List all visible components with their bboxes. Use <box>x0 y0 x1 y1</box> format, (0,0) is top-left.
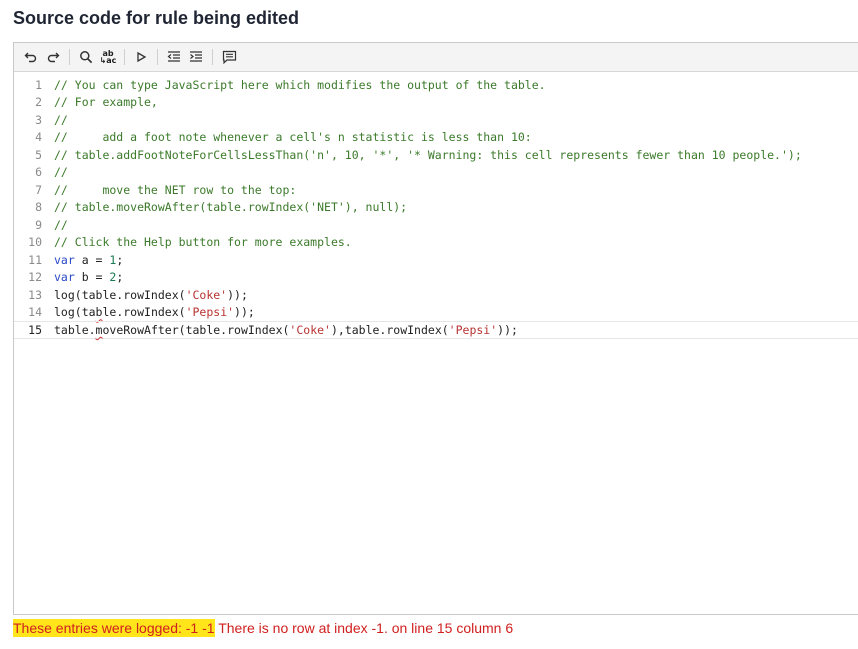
code-line: 10 // Click the Help button for more exam… <box>14 234 858 252</box>
comment-icon[interactable] <box>218 46 240 68</box>
code-text: )); <box>227 287 248 302</box>
code-text: // add a foot note whenever a cell's n s… <box>54 130 532 145</box>
code-text: ; <box>116 270 124 285</box>
code-keyword: var <box>54 270 75 285</box>
code-text: // table.addFootNoteForCellsLessThan('n'… <box>54 147 802 162</box>
spellcheck-squiggle: b <box>95 305 103 320</box>
code-text: log(ta <box>54 305 96 320</box>
code-text: ),table.rowIndex( <box>330 323 449 337</box>
code-text: // move the NET row to the top: <box>54 182 297 197</box>
code-text: // You can type JavaScript here which mo… <box>54 77 546 92</box>
code-line: 2 // For example, <box>14 94 858 112</box>
line-number: 3 <box>35 112 42 127</box>
code-text: // <box>54 217 68 232</box>
code-text: // <box>54 165 68 180</box>
code-editor[interactable]: ab ↳ac 1 // You can type JavaScript here … <box>13 42 858 615</box>
indent-icon[interactable] <box>185 46 207 68</box>
code-line: 8 // table.moveRowAfter(table.rowIndex('N… <box>14 199 858 217</box>
line-number: 4 <box>35 130 42 145</box>
page-title: Source code for rule being edited <box>13 8 300 28</box>
toolbar-divider <box>124 49 125 65</box>
line-number: 14 <box>28 305 42 320</box>
line-number: 10 <box>28 235 42 250</box>
code-text: le.rowIndex( <box>102 305 186 320</box>
code-string: 'Coke' <box>289 323 331 337</box>
code-area[interactable]: 1 // You can type JavaScript here which m… <box>14 76 858 339</box>
code-text: // <box>54 112 68 127</box>
code-line: 5 // table.addFootNoteForCellsLessThan('n… <box>14 146 858 164</box>
code-line: 3 // <box>14 111 858 129</box>
code-text: )); <box>234 305 255 320</box>
code-string: 'Pepsi' <box>185 305 235 320</box>
code-number: 2 <box>109 270 117 285</box>
replace-icon[interactable]: ab ↳ac <box>97 46 119 68</box>
code-line: 13 log(table.rowIndex('Coke')); <box>14 286 858 304</box>
replace-icon-label-bottom: ↳ac <box>99 56 117 65</box>
code-text: // Click the Help button for more exampl… <box>54 235 352 250</box>
toolbar-divider <box>69 49 70 65</box>
code-text: // table.moveRowAfter(table.rowIndex('NE… <box>54 200 408 215</box>
code-line: 12 var b = 2; <box>14 269 858 287</box>
code-line: 11 var a = 1; <box>14 251 858 269</box>
line-number: 1 <box>35 77 42 92</box>
line-number: 2 <box>35 95 42 110</box>
code-text: table. <box>54 323 96 337</box>
code-keyword: var <box>54 252 75 267</box>
code-number: 1 <box>109 252 117 267</box>
redo-icon[interactable] <box>42 46 64 68</box>
line-number: 5 <box>35 147 42 162</box>
outdent-icon[interactable] <box>163 46 185 68</box>
code-string: 'Pepsi' <box>448 323 498 337</box>
code-text: log(table.rowIndex( <box>54 287 186 302</box>
line-number: 6 <box>35 165 42 180</box>
status-message: These entries were logged: -1 -1 There i… <box>13 619 514 637</box>
run-icon[interactable] <box>130 46 152 68</box>
line-number: 9 <box>35 217 42 232</box>
code-line: 6 // <box>14 164 858 182</box>
line-number: 7 <box>35 182 42 197</box>
code-text: // For example, <box>54 95 158 110</box>
code-line: 14 log(ta b le.rowIndex('Pepsi')); <box>14 304 858 322</box>
code-text: b = <box>74 270 110 285</box>
line-number: 15 <box>28 323 42 337</box>
error-message: There is no row at index -1. on line 15 … <box>214 620 514 636</box>
undo-icon[interactable] <box>20 46 42 68</box>
line-number: 13 <box>28 287 42 302</box>
search-icon[interactable] <box>75 46 97 68</box>
code-line: 4 // add a foot note whenever a cell's n … <box>14 129 858 147</box>
code-line: 7 // move the NET row to the top: <box>14 181 858 199</box>
code-text: a = <box>74 252 110 267</box>
line-number: 8 <box>35 200 42 215</box>
code-text: ; <box>116 252 124 267</box>
error-squiggle: m <box>95 323 103 337</box>
code-line: 9 // <box>14 216 858 234</box>
toolbar-divider <box>157 49 158 65</box>
editor-toolbar: ab ↳ac <box>14 43 858 72</box>
code-line-active: 15 table. m oveRowAfter(table.rowIndex('Cok… <box>14 321 858 339</box>
code-text: )); <box>497 323 518 337</box>
code-line: 1 // You can type JavaScript here which m… <box>14 76 858 94</box>
line-number: 12 <box>28 270 42 285</box>
toolbar-divider <box>212 49 213 65</box>
line-number: 11 <box>28 252 42 267</box>
code-text: oveRowAfter(table.rowIndex( <box>102 323 290 337</box>
code-string: 'Coke' <box>185 287 228 302</box>
log-output: These entries were logged: -1 -1 <box>13 619 215 637</box>
